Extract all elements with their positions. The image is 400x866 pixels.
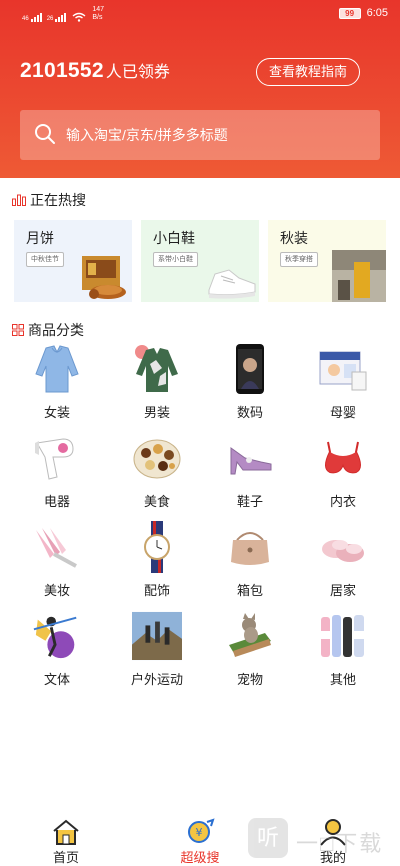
category-appliance[interactable]: 电器: [7, 431, 107, 519]
women-clothing-icon: [35, 345, 79, 393]
header-banner: 46 26 147 B/s 99 6:05 2101552 人已领券 查看教程指南…: [0, 0, 400, 178]
search-bar[interactable]: 输入淘宝/京东/拼多多标题: [20, 110, 380, 160]
hot-section-title: 正在热搜: [12, 190, 86, 210]
speed-unit: B/s: [92, 14, 103, 21]
watermark: 听 一□下载: [240, 810, 400, 866]
category-baby[interactable]: 母婴: [293, 342, 393, 430]
network-speed: 147 B/s: [92, 6, 104, 22]
category-label: 户外运动: [130, 672, 183, 687]
baby-products-icon: [319, 351, 367, 391]
speed-value: 147: [92, 6, 105, 13]
pet-icon: [229, 613, 271, 657]
signal-icon: [30, 12, 42, 22]
status-bar: 46 26 147 B/s 99 6:05: [0, 0, 400, 30]
category-underwear[interactable]: 内衣: [293, 431, 393, 519]
clock: 6:05: [366, 7, 388, 19]
sports-icon: [33, 616, 77, 659]
category-title-text: 商品分类: [28, 322, 84, 338]
claimed-count: 2101552: [20, 59, 104, 82]
men-clothing-icon: [135, 345, 178, 392]
category-home[interactable]: 居家: [293, 520, 393, 608]
bar-chart-icon: [12, 194, 26, 206]
hot-item-tag: 秋季穿搭: [280, 252, 318, 267]
tab-home[interactable]: 首页: [21, 812, 111, 866]
hot-title-text: 正在热搜: [30, 192, 86, 208]
hot-item-white-sneakers[interactable]: 小白鞋 系带小白鞋: [141, 220, 259, 302]
category-outdoor[interactable]: 户外运动: [107, 609, 207, 697]
tab-label: 超级搜: [180, 850, 220, 865]
category-accessory[interactable]: 配饰: [107, 520, 207, 608]
food-icon: [133, 439, 181, 479]
hot-item-name: 月饼: [26, 230, 54, 246]
category-sports[interactable]: 文体: [7, 609, 107, 697]
mooncake-image: [82, 256, 126, 299]
category-label: 美妆: [43, 583, 70, 598]
category-label: 美食: [143, 494, 170, 509]
autumn-wear-image: [332, 250, 386, 302]
category-women[interactable]: 女装: [7, 342, 107, 430]
bag-icon: [231, 532, 269, 565]
svg-text:¥: ¥: [196, 826, 203, 839]
outdoor-icon: [132, 611, 182, 661]
category-label: 文体: [43, 672, 70, 687]
category-label: 电器: [43, 494, 70, 509]
search-placeholder: 输入淘宝/京东/拼多多标题: [66, 127, 228, 143]
category-digital[interactable]: 数码: [200, 342, 300, 430]
watermark-logo: 听: [248, 818, 288, 858]
underwear-icon: [325, 441, 361, 474]
category-label: 数码: [236, 405, 263, 420]
category-men[interactable]: 男装: [107, 342, 207, 430]
category-label: 居家: [329, 583, 356, 598]
hot-item-mooncake[interactable]: 月饼 中秋佳节: [14, 220, 132, 302]
slippers-icon: [322, 540, 364, 562]
category-shoes[interactable]: 鞋子: [200, 431, 300, 519]
tab-super-search[interactable]: ¥ 超级搜: [155, 812, 245, 866]
makeup-icon: [36, 528, 77, 568]
claimed-suffix: 人已领券: [105, 64, 170, 81]
bottles-icon: [321, 615, 364, 657]
category-label: 箱包: [236, 583, 263, 598]
claimed-count-row: 2101552 人已领券: [20, 58, 170, 83]
category-label: 其他: [329, 672, 356, 687]
tab-label: 首页: [52, 850, 79, 865]
search-icon: [35, 124, 55, 144]
network-type-1: 46: [22, 16, 29, 22]
hair-dryer-icon: [35, 438, 74, 480]
phone-icon: [236, 344, 264, 394]
home-icon: [53, 819, 79, 845]
wifi-icon: [72, 12, 86, 22]
battery-icon: 99: [338, 7, 361, 19]
category-label: 内衣: [329, 494, 356, 509]
category-pet[interactable]: 宠物: [200, 609, 300, 697]
super-search-icon: ¥: [188, 818, 215, 843]
category-label: 母婴: [329, 405, 356, 420]
category-label: 男装: [143, 405, 170, 420]
category-food[interactable]: 美食: [107, 431, 207, 519]
category-makeup[interactable]: 美妆: [7, 520, 107, 608]
hot-item-name: 小白鞋: [153, 230, 195, 246]
category-label: 女装: [43, 405, 70, 420]
hot-item-autumn-wear[interactable]: 秋装 秋季穿搭: [268, 220, 386, 302]
category-label: 鞋子: [236, 494, 263, 509]
category-label: 配饰: [143, 583, 170, 598]
hot-item-name: 秋装: [280, 230, 308, 246]
category-label: 宠物: [236, 672, 263, 687]
sneaker-image: [208, 269, 256, 299]
hot-item-tag: 中秋佳节: [26, 252, 64, 267]
guide-button[interactable]: 查看教程指南: [256, 58, 360, 86]
network-type-2: 26: [46, 16, 54, 22]
watch-icon: [144, 521, 170, 573]
shoe-icon: [230, 447, 272, 475]
grid-icon: [12, 324, 24, 336]
signal-icon-2: [55, 12, 67, 22]
category-section-title: 商品分类: [12, 320, 84, 340]
watermark-text: 一□下载: [296, 831, 384, 856]
hot-item-tag: 系带小白鞋: [153, 252, 198, 267]
category-bags[interactable]: 箱包: [200, 520, 300, 608]
category-other[interactable]: 其他: [293, 609, 393, 697]
